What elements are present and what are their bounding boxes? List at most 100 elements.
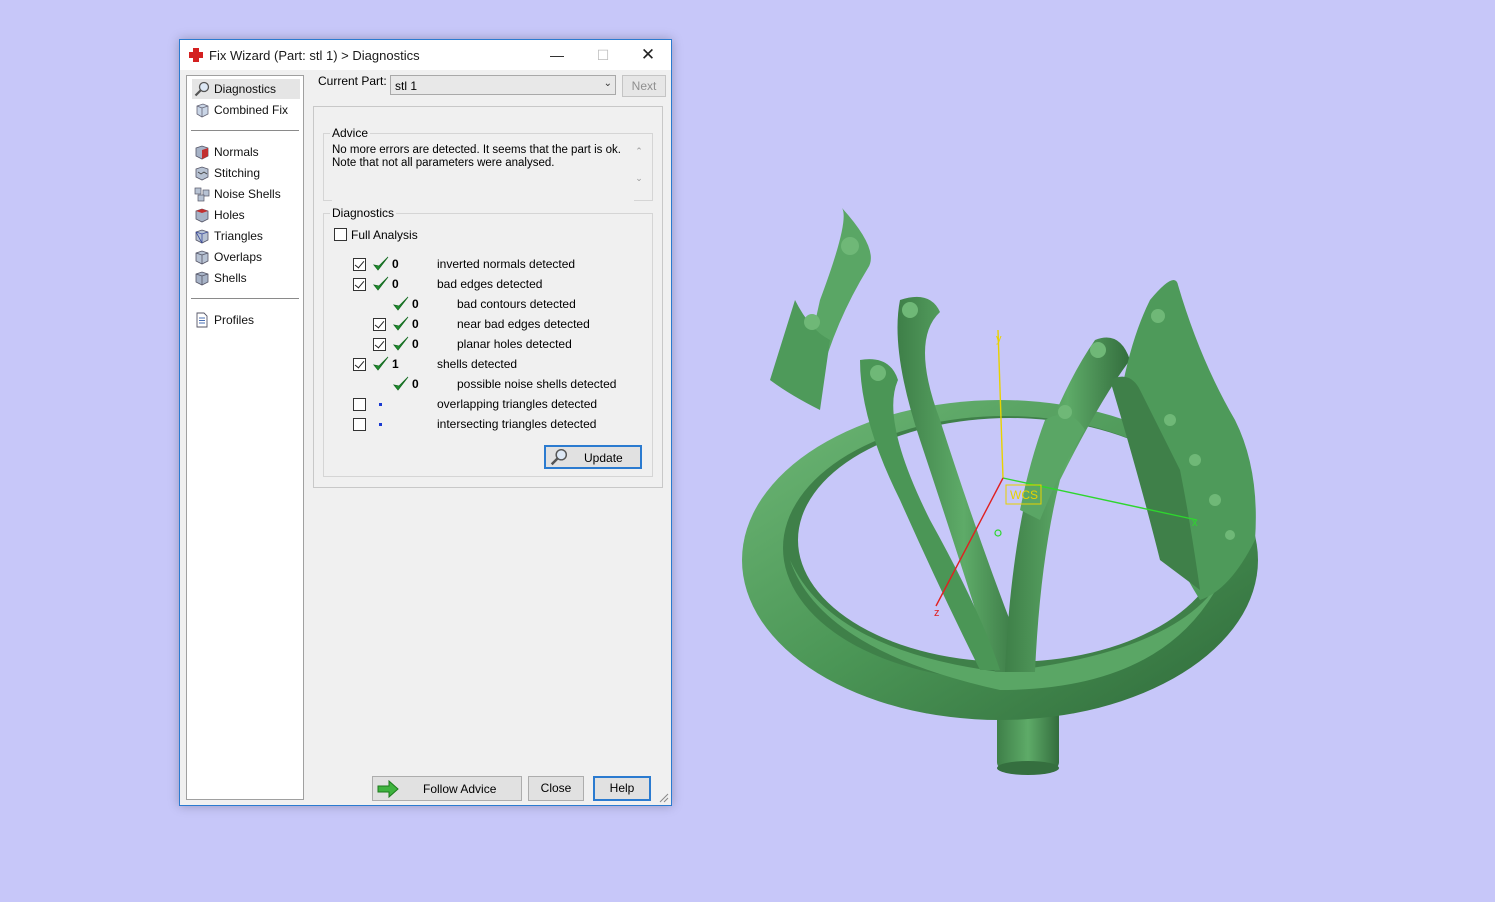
shells-cube-icon [195, 271, 209, 286]
follow-advice-label: Follow Advice [423, 782, 497, 796]
diagnostic-checkbox[interactable] [353, 358, 366, 371]
diagnostic-count: 0 [412, 377, 419, 391]
check-mark-icon [372, 255, 390, 273]
diagnostics-group: Diagnostics Full Analysis 0 inverted norm… [323, 206, 653, 477]
cube-icon [196, 103, 209, 118]
scroll-down-icon[interactable]: ⌄ [632, 173, 646, 184]
noise-shells-icon [194, 187, 210, 202]
diagnostic-label: bad edges detected [437, 277, 543, 291]
diagnostic-count: 0 [392, 257, 399, 271]
diagnostic-checkbox[interactable] [353, 398, 366, 411]
axis-y-label: y [996, 333, 1002, 345]
nav-label: Profiles [214, 313, 255, 327]
advice-line: Note that not all parameters were analys… [332, 157, 555, 169]
next-button[interactable]: Next [622, 75, 666, 97]
axis-z-label: z [934, 607, 940, 619]
diagnostic-count: 0 [412, 337, 419, 351]
update-label: Update [584, 451, 623, 465]
full-analysis-label: Full Analysis [351, 228, 418, 242]
fix-wizard-window: Fix Wizard (Part: stl 1) > Diagnostics —… [179, 39, 672, 806]
check-mark-icon [392, 375, 410, 393]
window-title: Fix Wizard (Part: stl 1) > Diagnostics [209, 48, 420, 63]
not-analysed-dot-icon [379, 423, 382, 426]
diagnostic-count: 0 [412, 297, 419, 311]
nav-label: Normals [214, 145, 259, 159]
magnifier-icon [194, 81, 210, 97]
check-mark-icon [372, 355, 390, 373]
nav-label: Stitching [214, 166, 261, 180]
nav-label: Combined Fix [214, 103, 289, 117]
overlaps-cube-icon [195, 250, 209, 265]
nav-item-normals[interactable]: Normals [192, 142, 300, 162]
current-part-select[interactable]: stl 1 ⌄ [390, 75, 616, 95]
nav-item-diagnostics[interactable]: Diagnostics [192, 79, 300, 99]
check-mark-icon [392, 335, 410, 353]
diagnostic-checkbox[interactable] [353, 258, 366, 271]
check-mark-icon [392, 295, 410, 313]
check-mark-icon [372, 275, 390, 293]
diagnostic-label: inverted normals detected [437, 257, 576, 271]
nav-divider [191, 130, 299, 131]
red-cross-icon [189, 48, 203, 62]
current-part-value: stl 1 [395, 79, 418, 93]
diagnostic-label: shells detected [437, 357, 518, 371]
diagnostic-label: near bad edges detected [457, 317, 590, 331]
diagnostics-panel: Advice No more errors are detected. It s… [313, 106, 663, 488]
magnifier-icon [550, 448, 568, 466]
diagnostic-checkbox[interactable] [353, 418, 366, 431]
nav-item-profiles[interactable]: Profiles [192, 310, 300, 330]
diagnostic-checkbox[interactable] [353, 278, 366, 291]
wcs-label: WCS [1010, 488, 1038, 502]
diagnostic-checkbox[interactable] [373, 338, 386, 351]
nav-item-holes[interactable]: Holes [192, 205, 300, 225]
diagnostic-label: intersecting triangles detected [437, 417, 597, 431]
advice-title: Advice [330, 126, 371, 140]
nav-item-overlaps[interactable]: Overlaps [192, 247, 300, 267]
holes-cube-icon [195, 208, 209, 223]
update-button[interactable]: Update [544, 445, 642, 469]
nav-item-stitching[interactable]: Stitching [192, 163, 300, 183]
title-bar[interactable]: Fix Wizard (Part: stl 1) > Diagnostics —… [180, 40, 671, 70]
diagnostics-title: Diagnostics [330, 206, 397, 220]
advice-line: No more errors are detected. It seems th… [332, 144, 621, 156]
nav-item-shells[interactable]: Shells [192, 268, 300, 288]
maximize-icon[interactable]: ☐ [580, 40, 626, 70]
resize-grip-icon[interactable] [657, 791, 669, 803]
scroll-up-icon[interactable]: ⌃ [632, 146, 646, 157]
advice-scrollbar[interactable]: ⌃ ⌄ [632, 146, 646, 192]
not-analysed-dot-icon [379, 403, 382, 406]
diagnostic-label: planar holes detected [457, 337, 572, 351]
fix-nav-list: Diagnostics Combined Fix Normals Stitchi… [186, 75, 304, 800]
nav-label: Holes [214, 208, 245, 222]
triangles-cube-icon [195, 229, 209, 244]
diagnostic-label: overlapping triangles detected [437, 397, 598, 411]
diagnostic-count: 1 [392, 357, 399, 371]
nav-label: Diagnostics [214, 82, 277, 96]
close-button[interactable]: Close [528, 776, 584, 801]
check-mark-icon [392, 315, 410, 333]
full-analysis-checkbox[interactable] [334, 228, 347, 241]
chevron-down-icon: ⌄ [603, 78, 612, 89]
diagnostic-count: 0 [412, 317, 419, 331]
nav-label: Shells [214, 271, 247, 285]
diagnostic-count: 0 [392, 277, 399, 291]
minimize-icon[interactable]: — [534, 40, 580, 70]
nav-item-combined-fix[interactable]: Combined Fix [192, 100, 300, 120]
follow-advice-button[interactable]: Follow Advice [372, 776, 522, 801]
current-part-label: Current Part: [318, 74, 387, 88]
nav-label: Triangles [214, 229, 263, 243]
advice-text: No more errors are detected. It seems th… [332, 144, 634, 204]
close-icon[interactable]: ✕ [625, 40, 671, 70]
nav-label: Overlaps [214, 250, 263, 264]
axis-x-label: x [1192, 517, 1198, 529]
diagnostic-label: bad contours detected [457, 297, 576, 311]
nav-label: Noise Shells [214, 187, 281, 201]
advice-group: Advice No more errors are detected. It s… [323, 126, 653, 204]
diagnostic-label: possible noise shells detected [457, 377, 617, 391]
nav-item-triangles[interactable]: Triangles [192, 226, 300, 246]
document-icon [196, 312, 208, 328]
green-arrow-icon [377, 780, 399, 798]
diagnostic-checkbox[interactable] [373, 318, 386, 331]
help-button[interactable]: Help [593, 776, 651, 801]
nav-item-noise-shells[interactable]: Noise Shells [192, 184, 300, 204]
